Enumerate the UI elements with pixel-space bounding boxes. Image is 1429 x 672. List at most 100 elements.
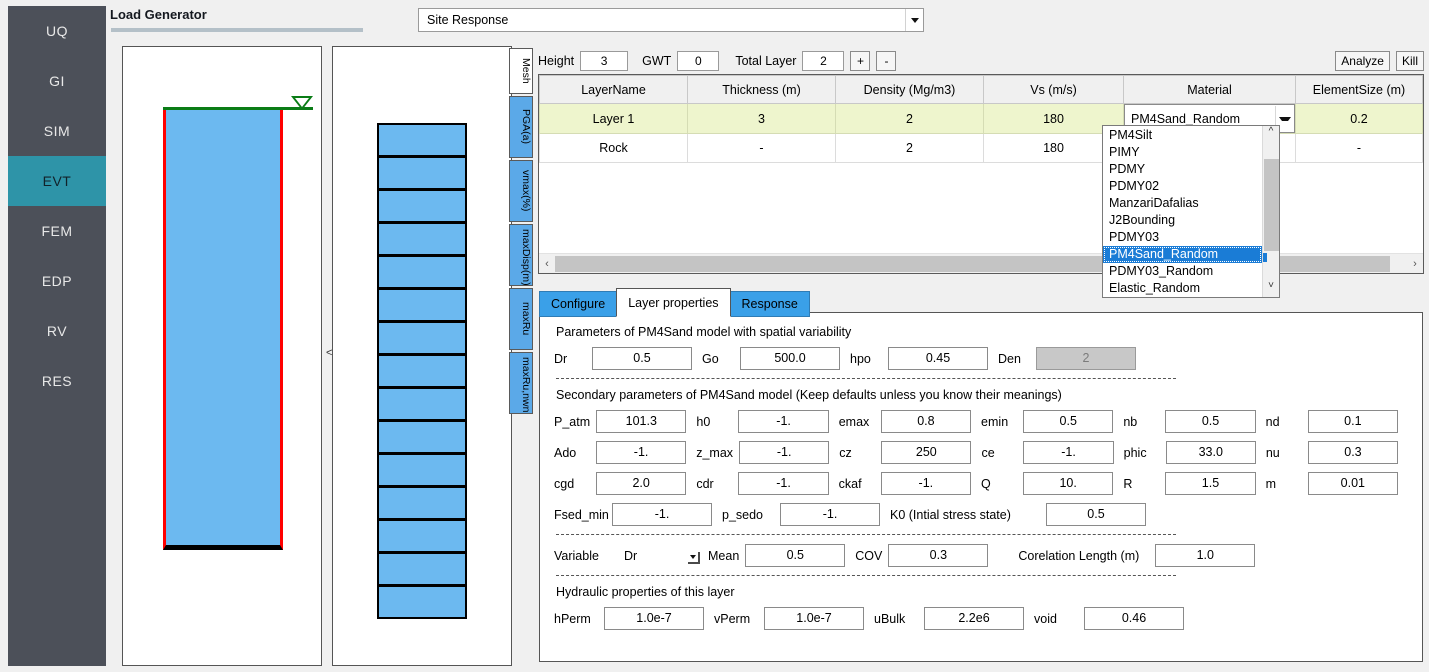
param-dr-input[interactable]: 0.5	[592, 347, 692, 370]
param-go-input[interactable]: 500.0	[740, 347, 840, 370]
param-cgd-input[interactable]: 2.0	[596, 472, 687, 495]
mesh-element[interactable]	[377, 288, 467, 322]
param-cdr-input[interactable]: -1.	[738, 472, 829, 495]
dropdown-scrollbar[interactable]: ^ ˅	[1262, 126, 1279, 297]
dropdown-option[interactable]: PM4Sand_Random	[1103, 246, 1262, 263]
sidebar-item-rv[interactable]: RV	[8, 306, 106, 356]
mesh-element[interactable]	[377, 453, 467, 487]
param-hperm-input[interactable]: 1.0e-7	[604, 607, 704, 630]
mesh-element[interactable]	[377, 420, 467, 454]
table-cell-thickness[interactable]: -	[687, 133, 836, 163]
correlation-length-input[interactable]: 1.0	[1155, 544, 1256, 567]
table-horizontal-scrollbar[interactable]: ‹ ›	[539, 253, 1423, 273]
mesh-element[interactable]	[377, 255, 467, 289]
param-patm-input[interactable]: 101.3	[596, 410, 687, 433]
sidebar-item-evt[interactable]: EVT	[8, 156, 106, 206]
table-cell-elementsize[interactable]: 0.2	[1295, 103, 1423, 134]
param-emin-input[interactable]: 0.5	[1023, 410, 1114, 433]
param-ce-input[interactable]: -1.	[1023, 441, 1114, 464]
material-dropdown-list[interactable]: PM4Silt PIMY PDMY PDMY02 ManzariDafalias J2Bo…	[1102, 125, 1280, 298]
soil-layer-block[interactable]	[163, 110, 283, 550]
table-cell-layername[interactable]: Layer 1	[539, 103, 688, 134]
result-tab-pgaa[interactable]: PGA(a)	[509, 96, 533, 158]
table-row[interactable]: Layer 1 3 2 180 PM4Sand_Random 0.2	[539, 103, 1423, 134]
sidebar-item-uq[interactable]: UQ	[8, 6, 106, 56]
mesh-element[interactable]	[377, 321, 467, 355]
param-nu-input[interactable]: 0.3	[1307, 441, 1399, 464]
height-input[interactable]: 3	[580, 51, 629, 71]
param-ubulk-input[interactable]: 2.2e6	[924, 607, 1024, 630]
mesh-element[interactable]	[377, 387, 467, 421]
param-phic-input[interactable]: 33.0	[1165, 441, 1256, 464]
dropdown-scroll-thumb[interactable]	[1264, 159, 1279, 251]
add-layer-button[interactable]: +	[850, 51, 871, 71]
tab-response[interactable]: Response	[729, 291, 810, 317]
dropdown-option[interactable]: PDMY03	[1103, 229, 1262, 246]
dropdown-option[interactable]: J2Bounding	[1103, 212, 1262, 229]
param-cz-input[interactable]: 250	[881, 441, 972, 464]
dropdown-option[interactable]: PIMY	[1103, 144, 1262, 161]
param-nd-input[interactable]: 0.1	[1307, 410, 1398, 433]
param-fsedmin-input[interactable]: -1.	[612, 503, 712, 526]
layer-table[interactable]: LayerName Thickness (m) Density (Mg/m3) Vs …	[538, 74, 1424, 274]
mesh-panel[interactable]	[332, 46, 512, 666]
chevron-down-icon[interactable]	[688, 551, 700, 564]
param-r-input[interactable]: 1.5	[1165, 472, 1256, 495]
param-psedo-input[interactable]: -1.	[780, 503, 880, 526]
table-cell-elementsize[interactable]: -	[1295, 133, 1423, 163]
param-hpo-input[interactable]: 0.45	[888, 347, 988, 370]
result-tab-mesh[interactable]: Mesh	[509, 48, 533, 94]
mesh-element[interactable]	[377, 123, 467, 157]
param-m-input[interactable]: 0.01	[1307, 472, 1398, 495]
tab-configure[interactable]: Configure	[539, 291, 618, 317]
param-q-input[interactable]: 10.	[1023, 472, 1114, 495]
mesh-element[interactable]	[377, 552, 467, 586]
variable-select[interactable]: Dr	[622, 546, 700, 566]
param-emax-input[interactable]: 0.8	[880, 410, 972, 433]
scroll-down-icon[interactable]: ˅	[1263, 280, 1279, 297]
param-void-input[interactable]: 0.46	[1084, 607, 1184, 630]
sidebar-item-res[interactable]: RES	[8, 356, 106, 406]
dropdown-option[interactable]: Elastic_Random	[1103, 280, 1262, 297]
mesh-element[interactable]	[377, 222, 467, 256]
tab-layer-properties[interactable]: Layer properties	[616, 288, 731, 317]
sidebar-item-fem[interactable]: FEM	[8, 206, 106, 256]
remove-layer-button[interactable]: -	[876, 51, 897, 71]
mesh-element[interactable]	[377, 519, 467, 553]
dropdown-option[interactable]: PDMY	[1103, 161, 1262, 178]
mean-input[interactable]: 0.5	[745, 544, 846, 567]
result-tab-maxdispm[interactable]: maxDisp(m)	[509, 224, 533, 286]
kill-button[interactable]: Kill	[1395, 51, 1424, 71]
result-tab-vmax[interactable]: vmax(%)	[509, 160, 533, 222]
dropdown-option[interactable]: PDMY03_Random	[1103, 263, 1262, 280]
result-tab-maxru[interactable]: maxRu	[509, 288, 533, 350]
gwt-input[interactable]: 0	[677, 51, 720, 71]
param-nb-input[interactable]: 0.5	[1165, 410, 1256, 433]
total-layer-input[interactable]: 2	[802, 51, 845, 71]
scroll-left-icon[interactable]: ‹	[539, 258, 555, 270]
scroll-right-icon[interactable]: ›	[1407, 258, 1423, 270]
mesh-element[interactable]	[377, 189, 467, 223]
scroll-up-icon[interactable]: ^	[1263, 126, 1279, 143]
table-cell-layername[interactable]: Rock	[539, 133, 688, 163]
dropdown-option[interactable]: PDMY02	[1103, 178, 1262, 195]
result-tab-maxrunwn[interactable]: maxRu,nwn	[509, 352, 533, 414]
mesh-element[interactable]	[377, 585, 467, 619]
soil-profile-panel[interactable]: <	[122, 46, 332, 666]
param-h0-input[interactable]: -1.	[738, 410, 829, 433]
dropdown-option[interactable]: PM4Silt	[1103, 127, 1262, 144]
param-zmax-input[interactable]: -1.	[739, 441, 830, 464]
table-cell-thickness[interactable]: 3	[687, 103, 836, 134]
param-ado-input[interactable]: -1.	[596, 441, 687, 464]
cov-input[interactable]: 0.3	[888, 544, 989, 567]
analyze-button[interactable]: Analyze	[1335, 51, 1390, 71]
event-type-select[interactable]: Site Response	[418, 8, 924, 32]
sidebar-item-sim[interactable]: SIM	[8, 106, 106, 156]
table-cell-density[interactable]: 2	[835, 133, 984, 163]
param-k0intialstressstate-input[interactable]: 0.5	[1046, 503, 1146, 526]
dropdown-option[interactable]: ManzariDafalias	[1103, 195, 1262, 212]
mesh-element[interactable]	[377, 354, 467, 388]
param-vperm-input[interactable]: 1.0e-7	[764, 607, 864, 630]
table-row[interactable]: Rock -2 180-	[539, 133, 1423, 163]
sidebar-item-edp[interactable]: EDP	[8, 256, 106, 306]
